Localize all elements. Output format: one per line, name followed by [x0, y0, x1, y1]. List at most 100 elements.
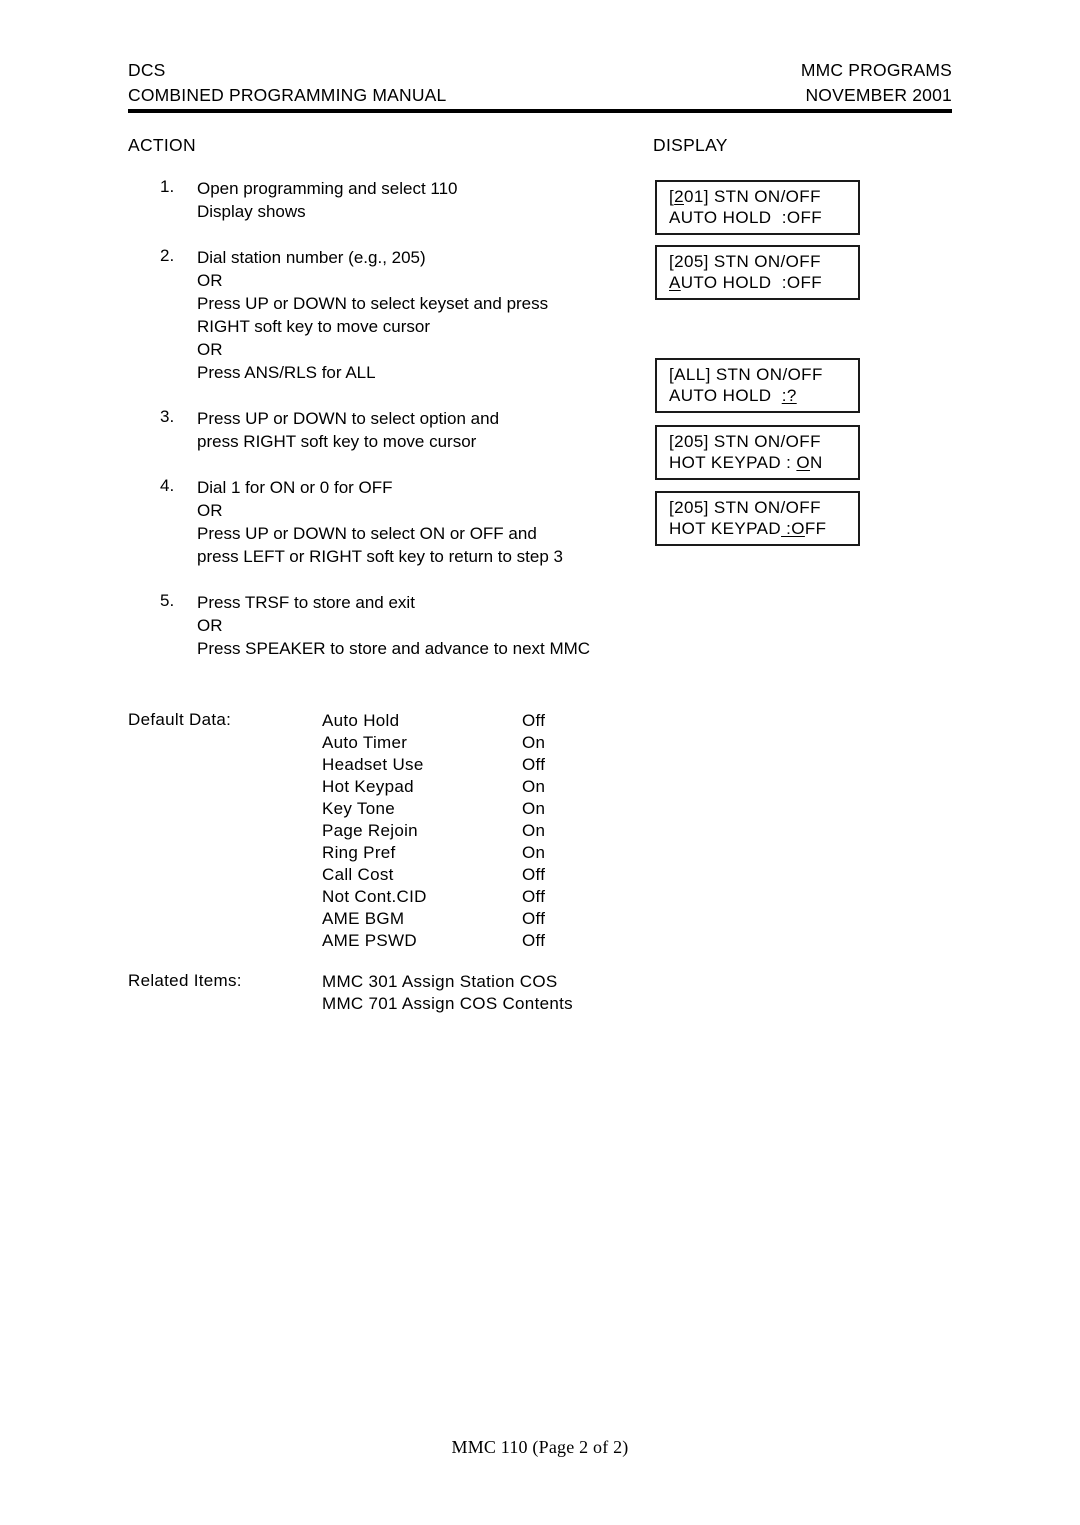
header-section-name: MMC PROGRAMS	[800, 60, 952, 80]
display-column-heading: DISPLAY	[653, 135, 728, 155]
lcd-display-box: [205] STN ON/OFF HOT KEYPAD :OFF	[655, 491, 860, 546]
default-data-option-value: Off	[522, 755, 546, 774]
default-data-option-name: Auto Timer	[322, 733, 408, 752]
lcd-text-trailing: AUTO HOLD :OFF	[669, 208, 823, 227]
lcd-text-trailing: 01] STN ON/OFF	[683, 187, 821, 206]
action-step: 5. Press TRSF to store and exit OR Press SP…	[128, 591, 628, 660]
default-data-option-name: AME BGM	[322, 909, 405, 928]
lcd-display-box: [201] STN ON/OFF AUTO HOLD :OFF	[655, 180, 860, 235]
action-step-line: Dial 1 for ON or 0 for OFF	[197, 478, 393, 497]
default-data-row: Ring Pref On	[322, 842, 728, 864]
lcd-text-trailing: UTO HOLD :OFF	[680, 273, 823, 292]
lcd-display-line: [201] STN ON/OFF	[657, 186, 858, 207]
default-data-option-value: On	[522, 821, 546, 840]
lcd-text-plain: HOT KEYPAD	[669, 519, 782, 538]
lcd-text-plain: [ALL] STN ON/OFF	[669, 365, 823, 384]
lcd-text-trailing: N	[810, 453, 823, 472]
lcd-display-line: [205] STN ON/OFF	[657, 431, 858, 452]
related-items-label: Related Items:	[128, 971, 242, 990]
lcd-cursor-underline: A	[669, 273, 681, 292]
default-data-row: Not Cont.CID Off	[322, 886, 728, 908]
lcd-text-plain: [205] STN ON/OFF	[669, 252, 821, 271]
default-data-row: AME PSWD Off	[322, 930, 728, 952]
default-data-option-name: Call Cost	[322, 865, 394, 884]
lcd-text-plain: [205] STN ON/OFF	[669, 432, 821, 451]
header-row-top: DCS MMC PROGRAMS	[128, 58, 952, 83]
action-step-number: 4.	[160, 476, 175, 495]
lcd-cursor-underline: 2	[674, 187, 684, 206]
action-step-line: Open programming and select 110	[197, 179, 458, 198]
lcd-display-line: [ALL] STN ON/OFF	[657, 364, 858, 385]
related-item-row: MMC 701 Assign COS Contents	[322, 994, 573, 1013]
page-header: DCS MMC PROGRAMS COMBINED PROGRAMMING MA…	[128, 58, 952, 108]
default-data-option-name: AME PSWD	[322, 931, 417, 950]
lcd-cursor-underline: O	[796, 453, 811, 472]
default-data-option-value: On	[522, 799, 546, 818]
default-data-option-value: Off	[522, 865, 546, 884]
lcd-display-line: AUTO HOLD :?	[657, 385, 858, 406]
related-items-rows: MMC 301 Assign Station COS MMC 701 Assign…	[322, 971, 728, 1015]
action-step-lines: Press UP or DOWN to select option and pre…	[197, 407, 628, 453]
action-step-line: OR	[197, 616, 223, 635]
action-step-line: RIGHT soft key to move cursor	[197, 317, 431, 336]
action-step-line: Press TRSF to store and exit	[197, 593, 415, 612]
action-step-line: press RIGHT soft key to move cursor	[197, 432, 477, 451]
default-data-block: Default Data: Auto Hold Off Auto Timer On He…	[128, 710, 728, 952]
header-manual-name: DCS	[128, 60, 166, 80]
action-step-lines: Dial 1 for ON or 0 for OFF OR Press UP or …	[197, 476, 628, 568]
action-step-line: Press UP or DOWN to select ON or OFF and	[197, 524, 537, 543]
page-footer: MMC 110 (Page 2 of 2)	[451, 1437, 629, 1457]
related-item-row: MMC 301 Assign Station COS	[322, 972, 558, 991]
default-data-option-value: Off	[522, 887, 546, 906]
action-step-number: 2.	[160, 246, 175, 265]
lcd-display-line: HOT KEYPAD : ON	[657, 452, 858, 473]
lcd-display-box: [205] STN ON/OFF AUTO HOLD :OFF	[655, 245, 860, 300]
lcd-text-plain: HOT KEYPAD :	[669, 453, 797, 472]
default-data-option-value: On	[522, 843, 546, 862]
header-date: NOVEMBER 2001	[805, 85, 952, 105]
default-data-row: Auto Hold Off	[322, 710, 728, 732]
action-column-heading: ACTION	[128, 135, 196, 155]
default-data-option-name: Key Tone	[322, 799, 395, 818]
default-data-option-name: Ring Pref	[322, 843, 396, 862]
related-items-block: Related Items: MMC 301 Assign Station CO…	[128, 971, 728, 1015]
header-row-bottom: COMBINED PROGRAMMING MANUAL NOVEMBER 200…	[128, 83, 952, 108]
document-page: DCS MMC PROGRAMS COMBINED PROGRAMMING MA…	[0, 0, 1080, 1525]
default-data-row: Hot Keypad On	[322, 776, 728, 798]
action-step: 2. Dial station number (e.g., 205) OR Press…	[128, 246, 628, 384]
header-manual-subtitle: COMBINED PROGRAMMING MANUAL	[128, 85, 447, 105]
action-step-line: Press SPEAKER to store and advance to ne…	[197, 639, 591, 658]
lcd-text-trailing: FF	[804, 519, 827, 538]
action-step-line: Display shows	[197, 202, 306, 221]
default-data-option-name: Hot Keypad	[322, 777, 414, 796]
action-step: 4. Dial 1 for ON or 0 for OFF OR Press UP o…	[128, 476, 628, 568]
action-step-number: 3.	[160, 407, 175, 426]
default-data-row: Page Rejoin On	[322, 820, 728, 842]
action-step-line: OR	[197, 501, 223, 520]
action-step-lines: Open programming and select 110 Display s…	[197, 177, 628, 223]
action-step-line: Press UP or DOWN to select option and	[197, 409, 500, 428]
default-data-rows: Auto Hold Off Auto Timer On Headset Use Off Ho…	[322, 710, 728, 952]
action-step-lines: Dial station number (e.g., 205) OR Press U…	[197, 246, 628, 384]
action-step-line: Press ANS/RLS for ALL	[197, 363, 376, 382]
action-step-number: 5.	[160, 591, 175, 610]
lcd-display-line: AUTO HOLD :OFF	[657, 272, 858, 293]
action-step-number: 1.	[160, 177, 175, 196]
header-divider	[128, 109, 952, 113]
default-data-option-name: Not Cont.CID	[322, 887, 427, 906]
default-data-option-name: Auto Hold	[322, 711, 400, 730]
action-step: 3. Press UP or DOWN to select option and p…	[128, 407, 628, 453]
action-step-lines: Press TRSF to store and exit OR Press SPEA…	[197, 591, 628, 660]
action-step-line: OR	[197, 340, 223, 359]
lcd-display-line: [205] STN ON/OFF	[657, 497, 858, 518]
default-data-option-name: Page Rejoin	[322, 821, 418, 840]
default-data-option-value: On	[522, 733, 546, 752]
default-data-option-name: Headset Use	[322, 755, 424, 774]
lcd-cursor-underline: :O	[781, 519, 805, 538]
lcd-display-line: HOT KEYPAD :OFF	[657, 518, 858, 539]
default-data-option-value: On	[522, 777, 546, 796]
action-step-line: Press UP or DOWN to select keyset and pr…	[197, 294, 549, 313]
action-step-line: press LEFT or RIGHT soft key to return t…	[197, 547, 563, 566]
default-data-label: Default Data:	[128, 710, 232, 729]
lcd-display-box: [ALL] STN ON/OFF AUTO HOLD :?	[655, 358, 860, 413]
